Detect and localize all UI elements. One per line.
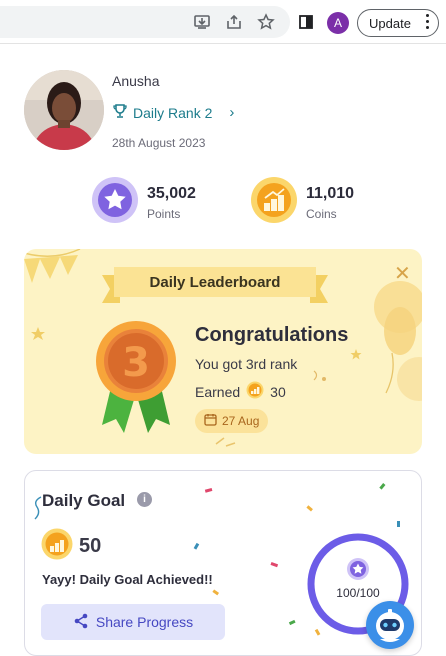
points-value: 35,002 (147, 184, 196, 202)
info-icon[interactable]: i (137, 492, 152, 507)
earned-label: Earned (195, 383, 241, 400)
calendar-icon (204, 413, 217, 429)
daily-rank-label: Daily Rank 2 (133, 104, 213, 121)
earned-value: 30 (270, 383, 286, 400)
share-progress-label: Share Progress (95, 614, 194, 630)
daily-leaderboard-card: Daily Leaderboard ✕ 3 Congratulations Yo… (24, 249, 422, 454)
chevron-right-icon: › (229, 104, 235, 121)
update-button[interactable]: Update (357, 9, 439, 37)
chatbot-button[interactable] (366, 601, 414, 649)
coins-icon (250, 176, 298, 229)
goal-coins-row: 50 (41, 528, 101, 565)
goal-achieved-message: Yayy! Daily Goal Achieved!! (42, 572, 213, 587)
daily-rank-link[interactable]: Daily Rank 2 › (112, 103, 234, 122)
close-icon[interactable]: ✕ (394, 261, 411, 286)
goal-coin-icon (41, 528, 73, 565)
trophy-icon (112, 103, 128, 122)
profile-date: 28th August 2023 (112, 136, 206, 150)
rank-message: You got 3rd rank (195, 356, 298, 372)
robot-icon (376, 609, 404, 642)
points-stat: 35,002 Points (91, 176, 196, 229)
leaderboard-date-badge: 27 Aug (195, 409, 269, 433)
kebab-menu-icon[interactable] (426, 14, 430, 29)
goal-coins-value: 50 (79, 535, 102, 557)
coin-icon (246, 381, 264, 402)
browser-toolbar: A Update (0, 0, 446, 44)
daily-goal-card: Daily Goal i 50 Yayy! Daily Goal Achieve… (24, 470, 422, 656)
leaderboard-title: Daily Leaderboard (149, 274, 281, 291)
coins-stat: 11,010 Coins (250, 176, 354, 229)
earned-row: Earned 30 (195, 381, 286, 402)
sidebar-icon[interactable] (296, 12, 316, 32)
star-icon[interactable] (256, 12, 276, 32)
update-label: Update (369, 15, 411, 31)
goal-progress-text: 100/100 (336, 586, 380, 600)
coins-value: 11,010 (306, 184, 355, 202)
share-progress-button[interactable]: Share Progress (41, 604, 225, 640)
leaderboard-date: 27 Aug (222, 414, 260, 428)
points-label: Points (147, 206, 181, 221)
share-icon[interactable] (224, 12, 244, 32)
share-nodes-icon (73, 613, 89, 632)
daily-goal-title: Daily Goal (42, 491, 126, 510)
congratulations-heading: Congratulations (195, 324, 349, 346)
points-star-icon (91, 176, 139, 229)
medal-rank-number: 3 (122, 340, 150, 386)
profile-avatar[interactable]: A (327, 12, 349, 34)
install-icon[interactable] (192, 12, 212, 32)
coins-label: Coins (306, 206, 337, 221)
profile-name: Anusha (112, 73, 160, 89)
profile-photo (24, 70, 104, 150)
third-place-medal-icon: 3 (96, 321, 176, 433)
address-bar[interactable] (0, 6, 290, 38)
